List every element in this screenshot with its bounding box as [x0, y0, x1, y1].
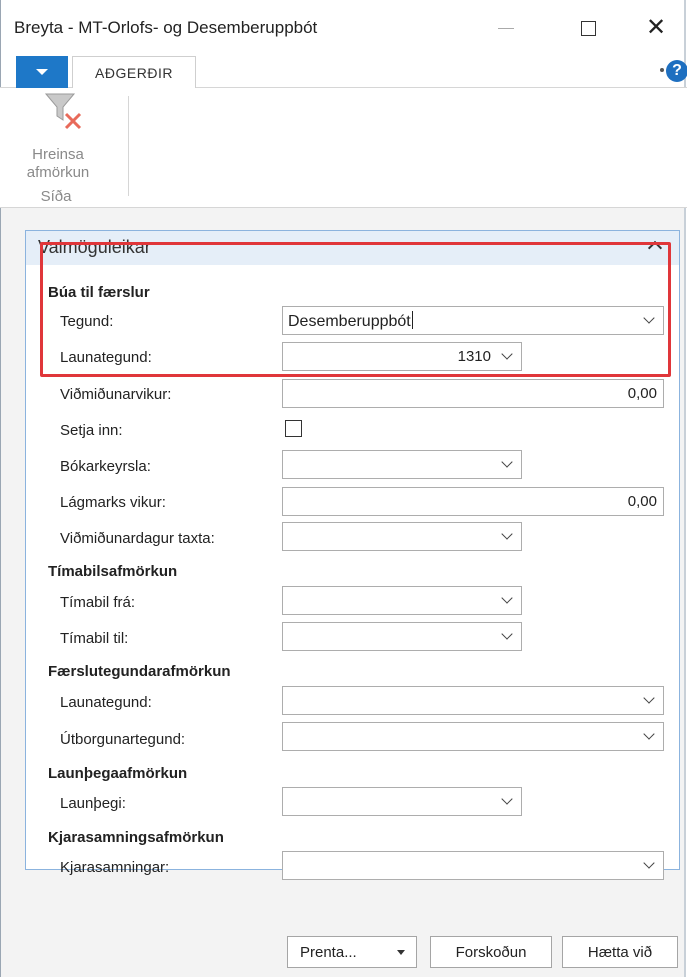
ribbon-body: Hreinsa afmörkun Síða: [0, 88, 687, 208]
period-to-label: Tímabil til:: [60, 630, 129, 647]
title-bar: Breyta - MT-Orlofs- og Desemberuppbót ✕: [0, 0, 687, 56]
maximize-icon: [580, 20, 596, 36]
agreements-label: Kjarasamningar:: [60, 859, 170, 876]
chevron-down-icon: [643, 728, 655, 740]
chevron-down-icon: [36, 69, 48, 75]
ribbon-separator: [128, 96, 129, 196]
insert-label: Setja inn:: [60, 422, 123, 439]
separator-dot: [660, 68, 664, 72]
print-button-label: Prenta...: [300, 943, 357, 961]
chevron-down-icon: [643, 312, 655, 324]
window-title: Breyta - MT-Orlofs- og Desemberuppbót: [14, 18, 318, 37]
close-button[interactable]: ✕: [636, 10, 676, 46]
clear-filter-icon: [44, 93, 82, 130]
tab-actions[interactable]: AÐGERÐIR: [72, 56, 196, 89]
posting-batch-select[interactable]: [282, 450, 522, 479]
period-from-label: Tímabil frá:: [60, 594, 136, 611]
preview-button[interactable]: Forskoðun: [430, 936, 552, 968]
section-create-entries: Búa til færslur: [48, 284, 150, 301]
payout-type-label: Útborgunartegund:: [60, 731, 186, 748]
ribbon-group-label: Síða: [40, 188, 72, 205]
ribbon-tab-row: AÐGERÐIR ?: [0, 56, 687, 89]
minimize-icon: [498, 27, 514, 29]
posting-batch-label: Bókarkeyrsla:: [60, 458, 151, 475]
chevron-down-icon: [501, 528, 513, 540]
chevron-down-icon: [643, 857, 655, 869]
rate-reference-date-label: Viðmiðunardagur taxta:: [60, 530, 215, 547]
reference-weeks-value: 0,00: [627, 385, 657, 402]
chevron-down-icon: [501, 456, 513, 468]
clear-filter-button[interactable]: Hreinsa afmörkun: [2, 88, 114, 184]
chevron-down-icon: [501, 348, 513, 360]
section-entry-type-filter: Færslutegundarafmörkun: [48, 663, 231, 680]
print-button[interactable]: Prenta...: [287, 936, 417, 968]
clear-filter-label-line2: afmörkun: [26, 164, 90, 181]
print-options-button[interactable]: [386, 937, 416, 967]
period-to-select[interactable]: [282, 622, 522, 651]
chevron-down-icon: [501, 592, 513, 604]
help-icon[interactable]: ?: [666, 60, 687, 82]
reference-weeks-label: Viðmiðunarvikur:: [60, 386, 172, 403]
type-select-value: Desemberuppbót: [288, 311, 413, 330]
chevron-down-icon: [501, 628, 513, 640]
agreements-select[interactable]: [282, 851, 664, 880]
minimum-weeks-input[interactable]: 0,00: [282, 487, 664, 516]
chevron-down-icon: [397, 949, 405, 955]
wage-type-select-value: 1310: [457, 348, 491, 365]
cancel-button[interactable]: Hætta við: [562, 936, 678, 968]
close-icon: ✕: [645, 14, 667, 41]
chevron-down-icon: [643, 692, 655, 704]
wage-type-select[interactable]: 1310: [282, 342, 522, 371]
app-menu-button[interactable]: [16, 56, 68, 88]
minimize-button[interactable]: [486, 10, 526, 46]
options-panel-header[interactable]: Valmöguleikar: [26, 231, 679, 265]
wage-type-filter-select[interactable]: [282, 686, 664, 715]
type-label: Tegund:: [60, 313, 114, 330]
rate-reference-date-select[interactable]: [282, 522, 522, 551]
maximize-button[interactable]: [568, 10, 608, 46]
payout-type-select[interactable]: [282, 722, 664, 751]
clear-filter-label: Hreinsa afmörkun: [2, 146, 114, 182]
minimum-weeks-label: Lágmarks vikur:: [60, 494, 166, 511]
clear-filter-label-line1: Hreinsa: [32, 146, 84, 163]
wage-type-label: Launategund:: [60, 349, 152, 366]
options-panel-title: Valmöguleikar: [38, 237, 151, 257]
employee-label: Launþegi:: [60, 795, 126, 812]
employee-select[interactable]: [282, 787, 522, 816]
wage-type-filter-label: Launategund:: [60, 694, 152, 711]
section-employee-filter: Launþegaafmörkun: [48, 765, 188, 782]
type-select[interactable]: Desemberuppbót: [282, 306, 664, 335]
chevron-up-icon[interactable]: [647, 240, 663, 256]
insert-checkbox[interactable]: [285, 420, 302, 437]
section-period-filter: Tímabilsafmörkun: [48, 563, 178, 580]
chevron-down-icon: [501, 793, 513, 805]
reference-weeks-input[interactable]: 0,00: [282, 379, 664, 408]
minimum-weeks-value: 0,00: [627, 493, 657, 510]
section-agreement-filter: Kjarasamningsafmörkun: [48, 829, 224, 846]
period-from-select[interactable]: [282, 586, 522, 615]
